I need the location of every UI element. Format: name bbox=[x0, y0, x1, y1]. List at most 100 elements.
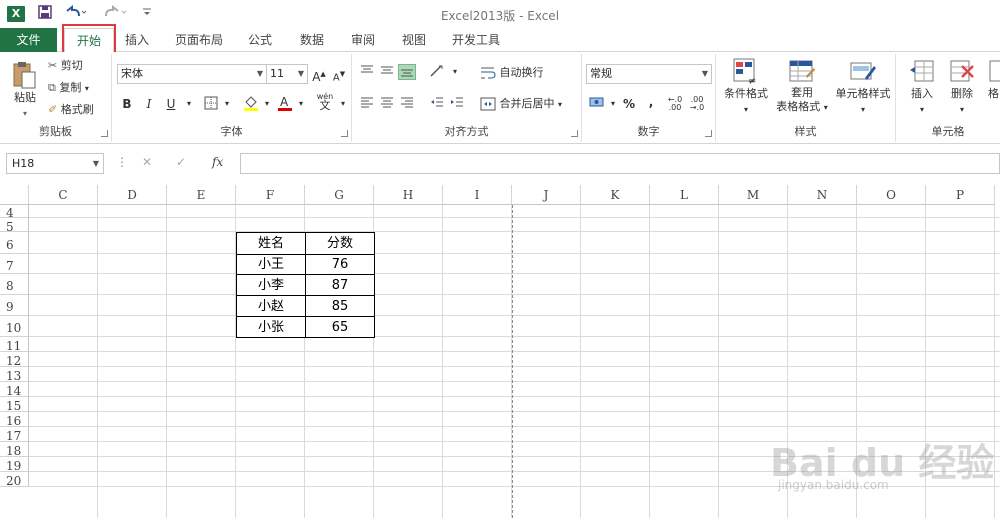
row-header[interactable]: 13 bbox=[0, 367, 29, 383]
alignment-launcher-icon[interactable] bbox=[571, 130, 578, 137]
italic-button[interactable]: I bbox=[140, 96, 158, 112]
column-header[interactable]: M bbox=[719, 185, 788, 205]
formula-input[interactable] bbox=[240, 153, 1000, 174]
decrease-decimal-icon[interactable]: .00 →.0 bbox=[688, 96, 706, 112]
font-launcher-icon[interactable] bbox=[341, 130, 348, 137]
orientation-dropdown-icon[interactable]: ▾ bbox=[446, 64, 464, 80]
underline-dropdown-icon[interactable]: ▾ bbox=[180, 96, 198, 112]
table-cell[interactable]: 小张 bbox=[236, 316, 306, 338]
tab-data[interactable]: 数据 bbox=[292, 28, 332, 52]
column-header[interactable]: N bbox=[788, 185, 857, 205]
column-header[interactable]: P bbox=[926, 185, 995, 205]
row-header[interactable]: 20 bbox=[0, 472, 29, 488]
column-header[interactable]: O bbox=[857, 185, 926, 205]
row-header[interactable]: 16 bbox=[0, 412, 29, 428]
row-header[interactable]: 19 bbox=[0, 457, 29, 473]
row-header[interactable]: 11 bbox=[0, 337, 29, 353]
row-header[interactable]: 7 bbox=[0, 254, 29, 274]
tab-review[interactable]: 审阅 bbox=[343, 28, 383, 52]
align-top-icon[interactable] bbox=[358, 64, 376, 80]
row-header[interactable]: 14 bbox=[0, 382, 29, 398]
enter-icon[interactable]: ✓ bbox=[176, 153, 186, 174]
chevron-down-icon[interactable]: ▼ bbox=[93, 154, 99, 173]
tab-developer[interactable]: 开发工具 bbox=[446, 28, 506, 52]
tab-formulas[interactable]: 公式 bbox=[240, 28, 280, 52]
table-header-cell[interactable]: 姓名 bbox=[236, 232, 306, 255]
fill-dropdown-icon[interactable]: ▾ bbox=[258, 96, 276, 112]
row-header[interactable]: 6 bbox=[0, 232, 29, 254]
column-header[interactable]: E bbox=[167, 185, 236, 205]
orientation-icon[interactable] bbox=[428, 64, 446, 80]
tab-insert[interactable]: 插入 bbox=[117, 28, 157, 52]
tab-view[interactable]: 视图 bbox=[394, 28, 434, 52]
column-header[interactable]: I bbox=[443, 185, 512, 205]
delete-cells-button[interactable]: 删除 ▾ bbox=[944, 58, 980, 118]
table-cell[interactable]: 小李 bbox=[236, 274, 306, 296]
row-header[interactable]: 12 bbox=[0, 352, 29, 368]
percent-button[interactable]: % bbox=[620, 96, 638, 112]
increase-decimal-icon[interactable]: ←.0.00 bbox=[666, 96, 684, 112]
column-header[interactable]: F bbox=[236, 185, 305, 205]
align-bottom-icon[interactable] bbox=[398, 64, 416, 80]
merge-dropdown-icon[interactable]: ▾ bbox=[558, 100, 562, 109]
row-header[interactable]: 9 bbox=[0, 295, 29, 316]
row-header[interactable]: 4 bbox=[0, 205, 29, 220]
column-header[interactable]: D bbox=[98, 185, 167, 205]
font-color-dropdown-icon[interactable]: ▾ bbox=[292, 96, 310, 112]
align-middle-icon[interactable] bbox=[378, 64, 396, 80]
align-left-icon[interactable] bbox=[358, 96, 376, 112]
increase-font-icon[interactable]: A▲ bbox=[310, 66, 328, 84]
copy-button[interactable]: ⧉ 复制 ▾ bbox=[48, 80, 89, 97]
merge-center-button[interactable]: 合并后居中 ▾ bbox=[480, 96, 562, 113]
phonetic-dropdown-icon[interactable]: ▾ bbox=[334, 96, 352, 112]
row-header[interactable]: 18 bbox=[0, 442, 29, 458]
insert-cells-button[interactable]: 插入 ▾ bbox=[904, 58, 940, 118]
conditional-format-button[interactable]: ≠ 条件格式 ▾ bbox=[720, 58, 772, 118]
bold-button[interactable]: B bbox=[118, 96, 136, 112]
tab-file[interactable]: 文件 bbox=[0, 28, 57, 52]
column-header[interactable]: K bbox=[581, 185, 650, 205]
row-header[interactable]: 17 bbox=[0, 427, 29, 443]
format-cells-button[interactable]: 格 bbox=[988, 58, 1000, 102]
format-as-table-button[interactable]: 套用 表格格式 ▾ bbox=[772, 58, 832, 115]
column-header[interactable]: L bbox=[650, 185, 719, 205]
border-dropdown-icon[interactable]: ▾ bbox=[218, 96, 236, 112]
phonetic-icon[interactable]: wén 文 bbox=[316, 92, 334, 111]
underline-button[interactable]: U bbox=[162, 96, 180, 112]
row-header[interactable]: 5 bbox=[0, 218, 29, 234]
column-header[interactable]: H bbox=[374, 185, 443, 205]
cut-button[interactable]: ✂ 剪切 bbox=[48, 58, 83, 74]
wrap-text-button[interactable]: 自动换行 bbox=[480, 65, 544, 81]
insert-function-icon[interactable]: fx bbox=[212, 153, 223, 174]
table-cell[interactable]: 小王 bbox=[236, 254, 306, 275]
cell-styles-button[interactable]: 单元格样式 ▾ bbox=[832, 58, 894, 118]
cancel-icon[interactable]: ✕ bbox=[142, 153, 152, 174]
increase-indent-icon[interactable] bbox=[448, 96, 466, 112]
table-cell[interactable]: 85 bbox=[305, 295, 375, 317]
paste-dropdown-icon[interactable]: ▾ bbox=[8, 106, 42, 122]
comma-button[interactable]: , bbox=[642, 94, 660, 110]
align-center-icon[interactable] bbox=[378, 96, 396, 112]
number-format-select[interactable]: 常规 ▼ bbox=[586, 64, 712, 84]
column-header[interactable]: G bbox=[305, 185, 374, 205]
clipboard-launcher-icon[interactable] bbox=[101, 130, 108, 137]
column-header[interactable]: C bbox=[29, 185, 98, 205]
font-size-select[interactable]: 11 ▼ bbox=[266, 64, 308, 84]
format-painter-button[interactable]: ✐ 格式刷 bbox=[48, 102, 94, 118]
decrease-indent-icon[interactable] bbox=[428, 96, 446, 112]
row-header[interactable]: 8 bbox=[0, 274, 29, 295]
table-cell[interactable]: 76 bbox=[305, 254, 375, 275]
table-cell[interactable]: 65 bbox=[305, 316, 375, 338]
tab-page-layout[interactable]: 页面布局 bbox=[168, 28, 230, 52]
align-right-icon[interactable] bbox=[398, 96, 416, 112]
paste-button[interactable]: 粘贴 ▾ bbox=[8, 60, 42, 122]
decrease-font-icon[interactable]: A▼ bbox=[330, 66, 348, 83]
column-header[interactable]: J bbox=[512, 185, 581, 205]
table-header-cell[interactable]: 分数 bbox=[305, 232, 375, 255]
row-header[interactable]: 15 bbox=[0, 397, 29, 413]
select-all-corner[interactable] bbox=[0, 185, 29, 205]
table-cell[interactable]: 87 bbox=[305, 274, 375, 296]
row-header[interactable]: 10 bbox=[0, 316, 29, 337]
number-launcher-icon[interactable] bbox=[705, 130, 712, 137]
font-name-select[interactable]: 宋体 ▼ bbox=[117, 64, 267, 84]
